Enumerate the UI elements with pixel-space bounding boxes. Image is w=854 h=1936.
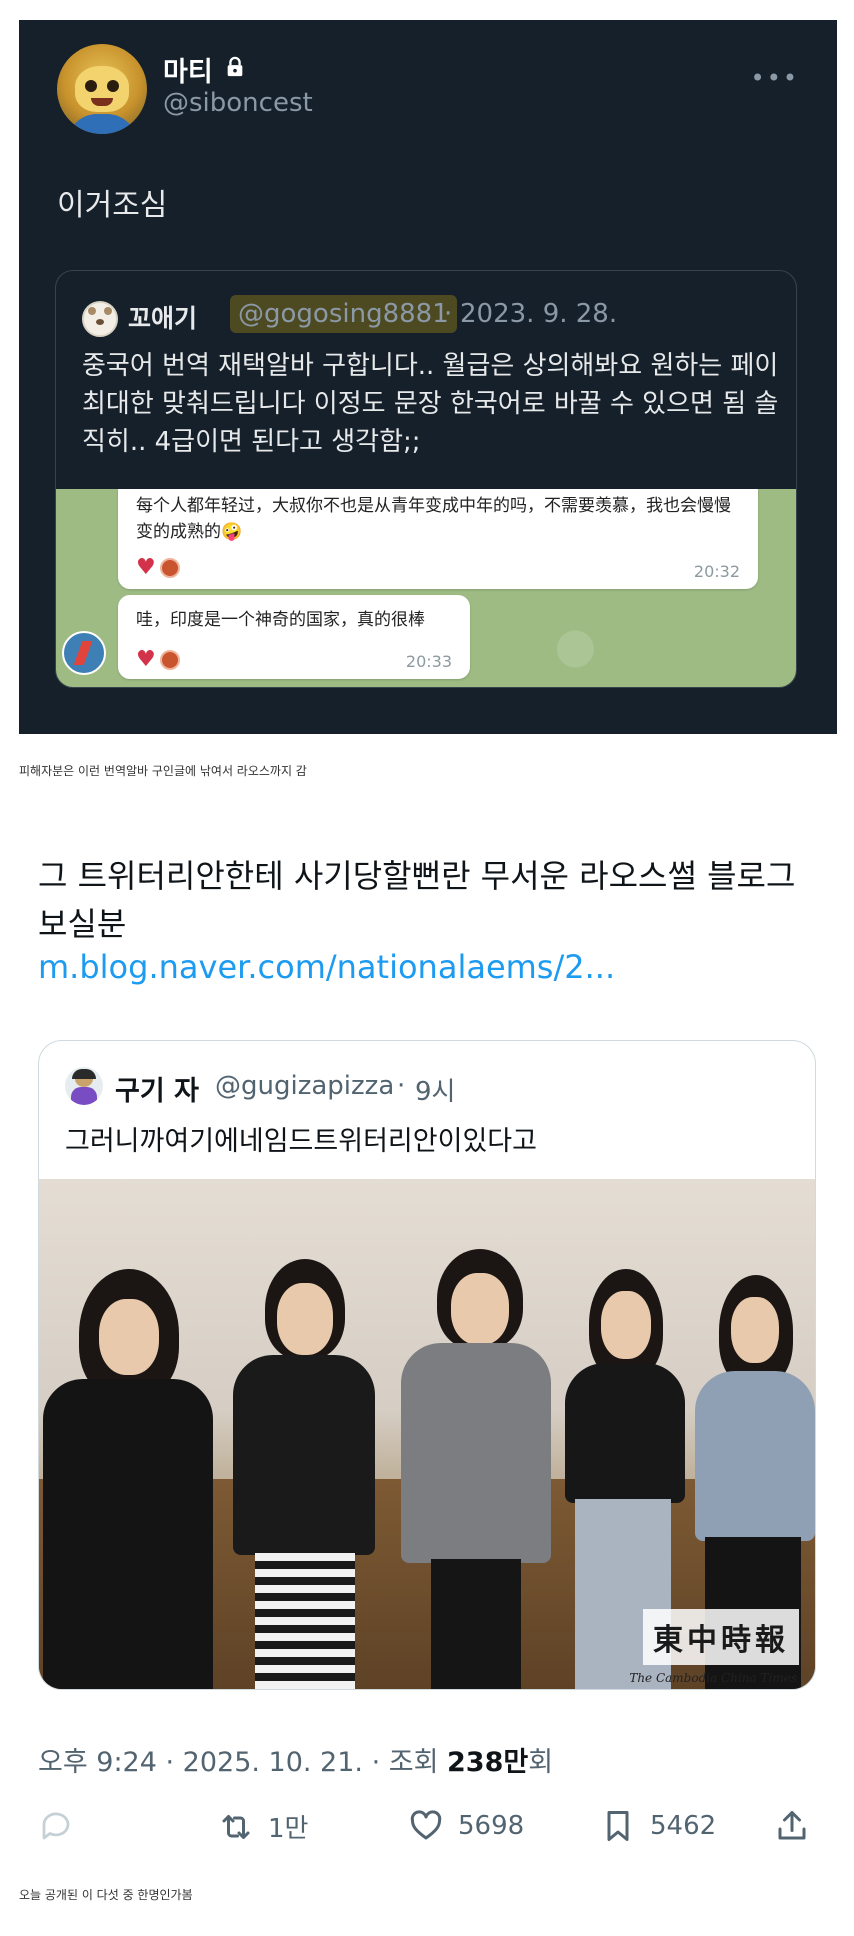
heart-reaction-icon: ♥ <box>136 647 156 672</box>
quoted-text: 중국어 번역 재택알바 구합니다.. 월급은 상의해봐요 원하는 페이 최대한 … <box>82 351 779 457</box>
display-name[interactable]: 마티 <box>163 50 213 89</box>
news-photo[interactable]: 東中時報 The Cambodia China Times <box>39 1179 815 1689</box>
quoted-handle: @gugizapizza <box>215 1071 395 1101</box>
heart-reaction-icon: ♥ <box>136 555 156 580</box>
chat-time: 20:33 <box>405 652 452 671</box>
profile-avatar[interactable] <box>57 44 147 134</box>
quoted-tweet[interactable]: 꼬애기 @gogosing8881 · 2023. 9. 28. 중국어 번역 … <box>55 270 797 688</box>
person-figure <box>225 1259 375 1689</box>
lock-icon <box>227 56 243 77</box>
reply-button[interactable] <box>38 1808 74 1844</box>
chat-message: 每个人都年轻过，大叔你不也是从青年变成中年的吗，不需要羡慕，我也会慢慢变的成熟的… <box>136 496 731 542</box>
separator-dot: · <box>363 1747 389 1778</box>
retweet-button[interactable]: 1만 <box>218 1808 308 1845</box>
quoted-avatar <box>65 1067 103 1105</box>
person-figure <box>401 1249 551 1689</box>
bookmark-icon <box>607 1811 629 1841</box>
views-count: 238만 <box>447 1747 529 1778</box>
person-figure <box>39 1269 213 1689</box>
quoted-display-name: 꼬애기 <box>128 304 198 333</box>
quoted-display-name: 구기 자 <box>115 1076 199 1107</box>
news-watermark: 東中時報 <box>643 1609 799 1665</box>
chat-bubble: 哇，印度是一个神奇的国家，真的很棒 ♥ 20:33 <box>118 595 470 679</box>
more-options-icon[interactable]: ••• <box>751 64 799 92</box>
share-button[interactable] <box>774 1808 810 1844</box>
separator-dot: · <box>444 299 453 329</box>
tweet-meta: 오후 9:24 · 2025. 10. 21. · 조회 238만회 <box>38 1740 553 1779</box>
quoted-time: 9시 <box>415 1077 456 1107</box>
views-suffix: 회 <box>528 1747 554 1778</box>
tweet-text: 이거조심 <box>57 188 168 223</box>
quoted-text: 그러니까여기에네임드트위터리안이있다고 <box>65 1126 537 1157</box>
chat-bubble: 每个人都年轻过，大叔你不也是从青年变成中年的吗，不需要羡慕，我也会慢慢变的成熟的… <box>118 489 758 589</box>
quoted-tweet[interactable]: 구기 자 @gugizapizza · 9시 그러니까여기에네임드트위터리안이있… <box>38 1040 816 1690</box>
quoted-handle: @gogosing8881 <box>230 295 457 333</box>
chat-sender-avatar <box>62 631 106 675</box>
bookmark-count: 5462 <box>650 1811 717 1841</box>
reactor-avatar <box>159 650 180 670</box>
tweet-time[interactable]: 오후 9:24 <box>38 1747 157 1778</box>
tweet-text: 그 트위터리안한테 사기당할뻔란 무서운 라오스썰 블로그 보실분 <box>38 857 796 943</box>
quoted-avatar <box>82 301 118 337</box>
chat-time: 20:32 <box>693 562 740 581</box>
caption: 피해자분은 이런 번역알바 구인글에 낚여서 라오스까지 감 <box>19 764 307 778</box>
blog-link[interactable]: m.blog.naver.com/nationalaems/2... <box>38 948 615 986</box>
reply-icon <box>42 1812 70 1840</box>
separator-dot: · <box>397 1071 406 1101</box>
share-icon <box>778 1811 806 1840</box>
chat-message: 哇，印度是一个神奇的国家，真的很棒 <box>136 610 425 630</box>
dark-tweet-card: 마티 @siboncest ••• 이거조심 꼬애기 @gogosing8881… <box>19 20 837 734</box>
user-handle[interactable]: @siboncest <box>163 88 313 118</box>
tweet-date[interactable]: 2025. 10. 21. <box>183 1747 363 1778</box>
retweet-icon <box>222 1814 250 1839</box>
retweet-count: 1만 <box>268 1814 309 1844</box>
heart-icon <box>410 1810 442 1840</box>
views-label: 조회 <box>388 1747 448 1778</box>
news-watermark-subtitle: The Cambodia China Times <box>629 1671 797 1685</box>
quoted-date: 2023. 9. 28. <box>460 299 618 329</box>
chat-screenshot-image[interactable]: 每个人都年轻过，大叔你不也是从青年变成中年的吗，不需要羡慕，我也会慢慢变的成熟的… <box>56 489 796 687</box>
bookmark-button[interactable]: 5462 <box>600 1808 716 1844</box>
like-button[interactable]: 5698 <box>408 1808 524 1844</box>
like-count: 5698 <box>458 1811 525 1841</box>
action-bar: 1만 5698 5462 <box>38 1808 818 1860</box>
separator-dot: · <box>156 1747 183 1778</box>
reactor-avatar <box>159 558 180 578</box>
caption: 오늘 공개된 이 다섯 중 한명인가봄 <box>19 1888 193 1902</box>
